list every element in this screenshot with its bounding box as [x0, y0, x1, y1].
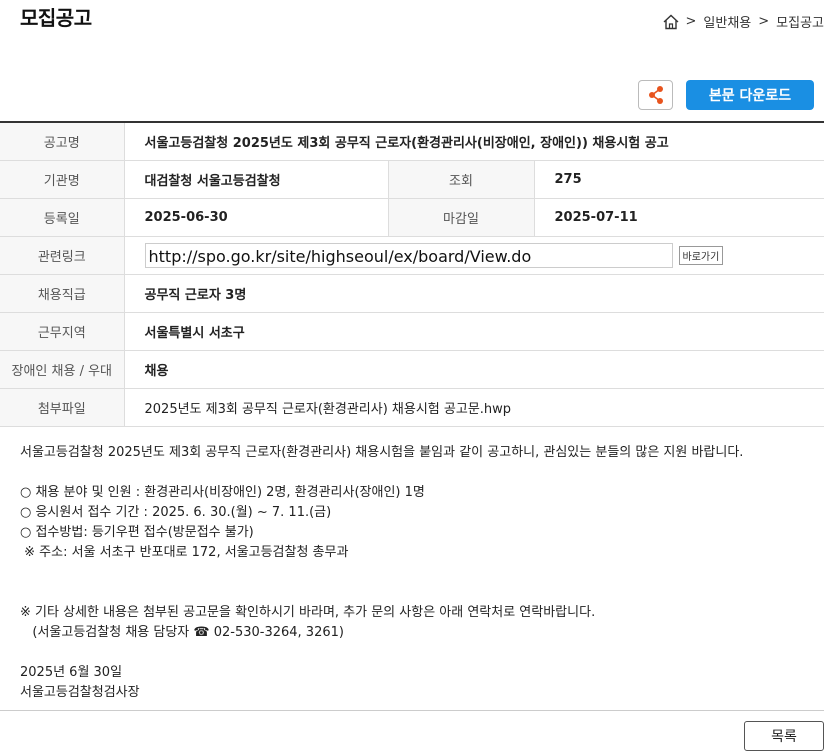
position-label: 채용직급	[0, 274, 125, 313]
related-link-label: 관련링크	[0, 236, 125, 275]
notice-info-table: 공고명 서울고등검찰청 2025년도 제3회 공무직 근로자(환경관리사(비장애…	[0, 121, 824, 427]
page-title: 모집공고	[20, 6, 92, 30]
attachment-label: 첨부파일	[0, 388, 125, 427]
title-label: 공고명	[0, 122, 125, 161]
body-line: ※ 주소: 서울 서초구 반포대로 172, 서울고등검찰청 총무과	[20, 545, 349, 560]
body-note: (서울고등검찰청 채용 담당자 ☎ 02-530-3264, 3261)	[20, 625, 344, 640]
org-label: 기관명	[0, 160, 125, 199]
deadline-value: 2025-07-11	[534, 198, 824, 237]
body-signer: 서울고등검찰청검사장	[20, 685, 140, 700]
table-row: 채용직급 공무직 근로자 3명	[0, 274, 824, 313]
divider	[0, 710, 824, 711]
position-value: 공무직 근로자 3명	[124, 274, 824, 313]
attachment-file-link[interactable]: 2025년도 제3회 공무직 근로자(환경관리사) 채용시험 공고문.hwp	[124, 388, 824, 427]
breadcrumb: > 일반채용 > 모집공고	[662, 12, 824, 31]
table-row: 등록일 2025-06-30 마감일 2025-07-11	[0, 198, 824, 237]
download-button[interactable]: 본문 다운로드	[686, 80, 814, 110]
home-icon[interactable]	[662, 13, 680, 31]
table-row: 장애인 채용 / 우대 채용	[0, 350, 824, 389]
body-line: ○ 접수방법: 등기우편 접수(방문접수 불가)	[20, 525, 254, 540]
registered-date-value: 2025-06-30	[124, 198, 388, 237]
notice-body: 서울고등검찰청 2025년도 제3회 공무직 근로자(환경관리사) 채용시험을 …	[20, 443, 810, 703]
views-label: 조회	[387, 160, 535, 199]
list-button[interactable]: 목록	[744, 721, 824, 751]
body-line: ○ 채용 분야 및 인원 : 환경관리사(비장애인) 2명, 환경관리사(장애인…	[20, 485, 425, 500]
views-value: 275	[534, 160, 824, 199]
deadline-label: 마감일	[387, 198, 535, 237]
disabled-hiring-value: 채용	[124, 350, 824, 389]
share-button[interactable]	[638, 80, 673, 110]
title-value: 서울고등검찰청 2025년도 제3회 공무직 근로자(환경관리사(비장애인, 장…	[124, 122, 824, 161]
body-note: ※ 기타 상세한 내용은 첨부된 공고문을 확인하시기 바라며, 추가 문의 사…	[20, 605, 596, 620]
body-intro: 서울고등검찰청 2025년도 제3회 공무직 근로자(환경관리사) 채용시험을 …	[20, 445, 744, 460]
breadcrumb-item-notice[interactable]: 모집공고	[776, 12, 824, 31]
org-value: 대검찰청 서울고등검찰청	[124, 160, 388, 199]
body-line: ○ 응시원서 접수 기간 : 2025. 6. 30.(월) ~ 7. 11.(…	[20, 505, 332, 520]
region-value: 서울특별시 서초구	[124, 312, 824, 351]
region-label: 근무지역	[0, 312, 125, 351]
go-link-button[interactable]: 바로가기	[678, 245, 724, 265]
related-link-field[interactable]: http://spo.go.kr/site/highseoul/ex/board…	[144, 242, 673, 268]
table-row: 기관명 대검찰청 서울고등검찰청 조회 275	[0, 160, 824, 199]
breadcrumb-separator: >	[685, 14, 697, 29]
share-icon	[648, 86, 663, 104]
registered-date-label: 등록일	[0, 198, 125, 237]
table-row: 관련링크 http://spo.go.kr/site/highseoul/ex/…	[0, 236, 824, 275]
table-row: 근무지역 서울특별시 서초구	[0, 312, 824, 351]
breadcrumb-item-jobs[interactable]: 일반채용	[703, 12, 751, 31]
disabled-hiring-label: 장애인 채용 / 우대	[0, 350, 125, 389]
table-row: 공고명 서울고등검찰청 2025년도 제3회 공무직 근로자(환경관리사(비장애…	[0, 122, 824, 161]
body-date: 2025년 6월 30일	[20, 665, 123, 680]
table-row: 첨부파일 2025년도 제3회 공무직 근로자(환경관리사) 채용시험 공고문.…	[0, 388, 824, 427]
breadcrumb-separator: >	[758, 14, 770, 29]
